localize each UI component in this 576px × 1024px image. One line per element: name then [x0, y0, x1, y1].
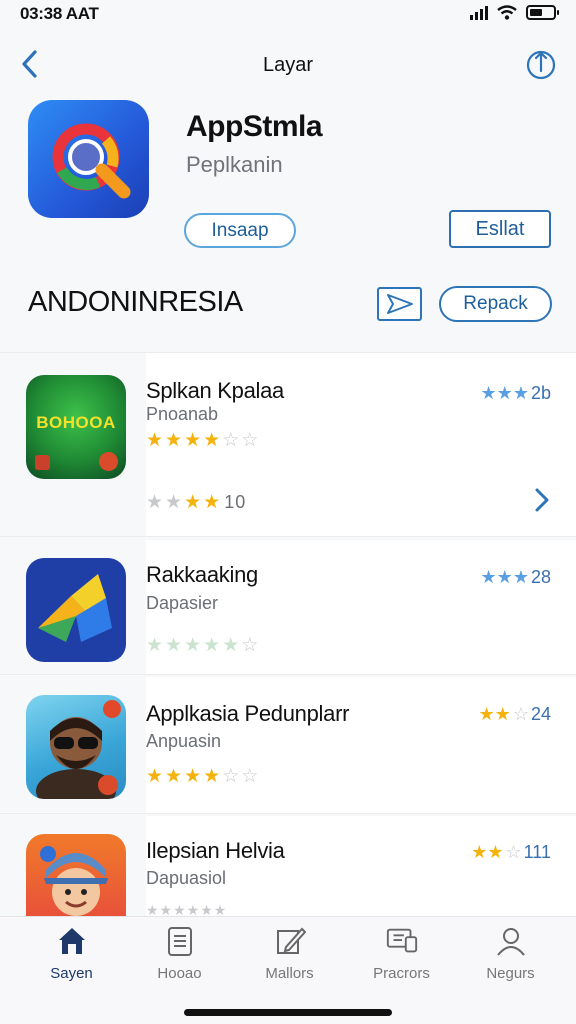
get-button[interactable]: Esllat: [449, 210, 551, 248]
tab-home[interactable]: Sayen: [14, 923, 129, 993]
status-bar: 03:38 AAT: [0, 0, 576, 30]
preview-button[interactable]: [377, 287, 422, 321]
nav-bar: Layar: [0, 40, 576, 90]
user-rating: ★ ★ ★ ★ 10: [146, 492, 247, 513]
star-rating: ★ ★ ★ ★ ★ ☆: [146, 635, 260, 656]
list-item[interactable]: BOHOOA Splkan Kpalaa Pnoanab ★ ★ ★ ★ ☆ ☆ ★ ★ ★ ★…: [0, 352, 576, 537]
list-item[interactable]: Applkasia Pedunplarr Anpuasin ★ ★ ★ ★ ☆ ☆ ★★ ☆…: [0, 677, 576, 814]
status-time: 03:38 AAT: [20, 4, 99, 23]
app-name: Splkan Kpalaa: [146, 378, 284, 403]
app-developer: Peplkanin: [186, 152, 283, 177]
tab-documents[interactable]: Hooao: [122, 923, 237, 993]
chevron-right-icon[interactable]: [530, 486, 554, 514]
list-item[interactable]: Rakkaaking Dapasier ★ ★ ★ ★ ★ ☆ ★★★ 28: [0, 540, 576, 675]
app-name: Applkasia Pedunplarr: [146, 701, 350, 726]
app-icon-text: BOHOOA: [36, 413, 116, 432]
app-icon: [26, 558, 126, 662]
share-icon: [526, 50, 556, 80]
app-name: AppStmla: [186, 110, 323, 143]
app-developer: Dapasier: [146, 593, 219, 613]
page-title: Layar: [262, 54, 314, 76]
score-badge: ★★ ☆ 111: [471, 842, 551, 862]
home-indicator[interactable]: [184, 1009, 392, 1016]
tab-bar: Sayen Hooao Mallors Pracrors Negurs: [0, 916, 576, 1024]
score-badge: ★★★ 28: [480, 567, 551, 587]
app-icon: BOHOOA: [26, 375, 126, 479]
score-badge: ★★★ 2b: [480, 383, 551, 403]
app-developer: Anpuasin: [146, 731, 222, 751]
wifi-icon: [497, 5, 517, 20]
star-rating: ★ ★ ★ ★ ☆ ☆: [146, 766, 260, 787]
app-developer: Dapuasiol: [146, 868, 227, 888]
tab-edit[interactable]: Mallors: [232, 923, 347, 993]
app-developer: Pnoanab: [146, 404, 219, 424]
tab-profile[interactable]: Negurs: [453, 923, 568, 993]
home-icon: [55, 923, 89, 959]
app-name: Ilepsian Helvia: [146, 838, 285, 863]
tab-screens[interactable]: Pracrors: [344, 923, 459, 993]
share-button[interactable]: [524, 46, 558, 82]
document-icon: [163, 923, 197, 959]
edit-icon: [273, 923, 307, 959]
person-icon: [494, 923, 528, 959]
rating-count: 10: [224, 492, 247, 512]
cellular-signal-icon: [470, 5, 488, 20]
star-rating: ★ ★ ★ ★ ☆ ☆: [146, 430, 260, 451]
app-name: Rakkaaking: [146, 562, 258, 587]
app-icon: [26, 695, 126, 799]
battery-icon: [526, 5, 559, 20]
app-icon: [26, 834, 126, 916]
section-title: ANDONINRESIA: [28, 286, 243, 318]
screen-icon: [385, 923, 419, 959]
status-icons: [470, 5, 559, 20]
score-badge: ★★ ☆ 24: [478, 704, 551, 724]
install-button[interactable]: Insaap: [184, 213, 296, 248]
app-icon: [28, 100, 149, 218]
list-item[interactable]: Ilepsian Helvia Dapuasiol ★★★★★★ ★★ ☆ 111: [0, 816, 576, 918]
report-button[interactable]: Repack: [439, 286, 552, 322]
play-preview-icon: [386, 294, 413, 314]
